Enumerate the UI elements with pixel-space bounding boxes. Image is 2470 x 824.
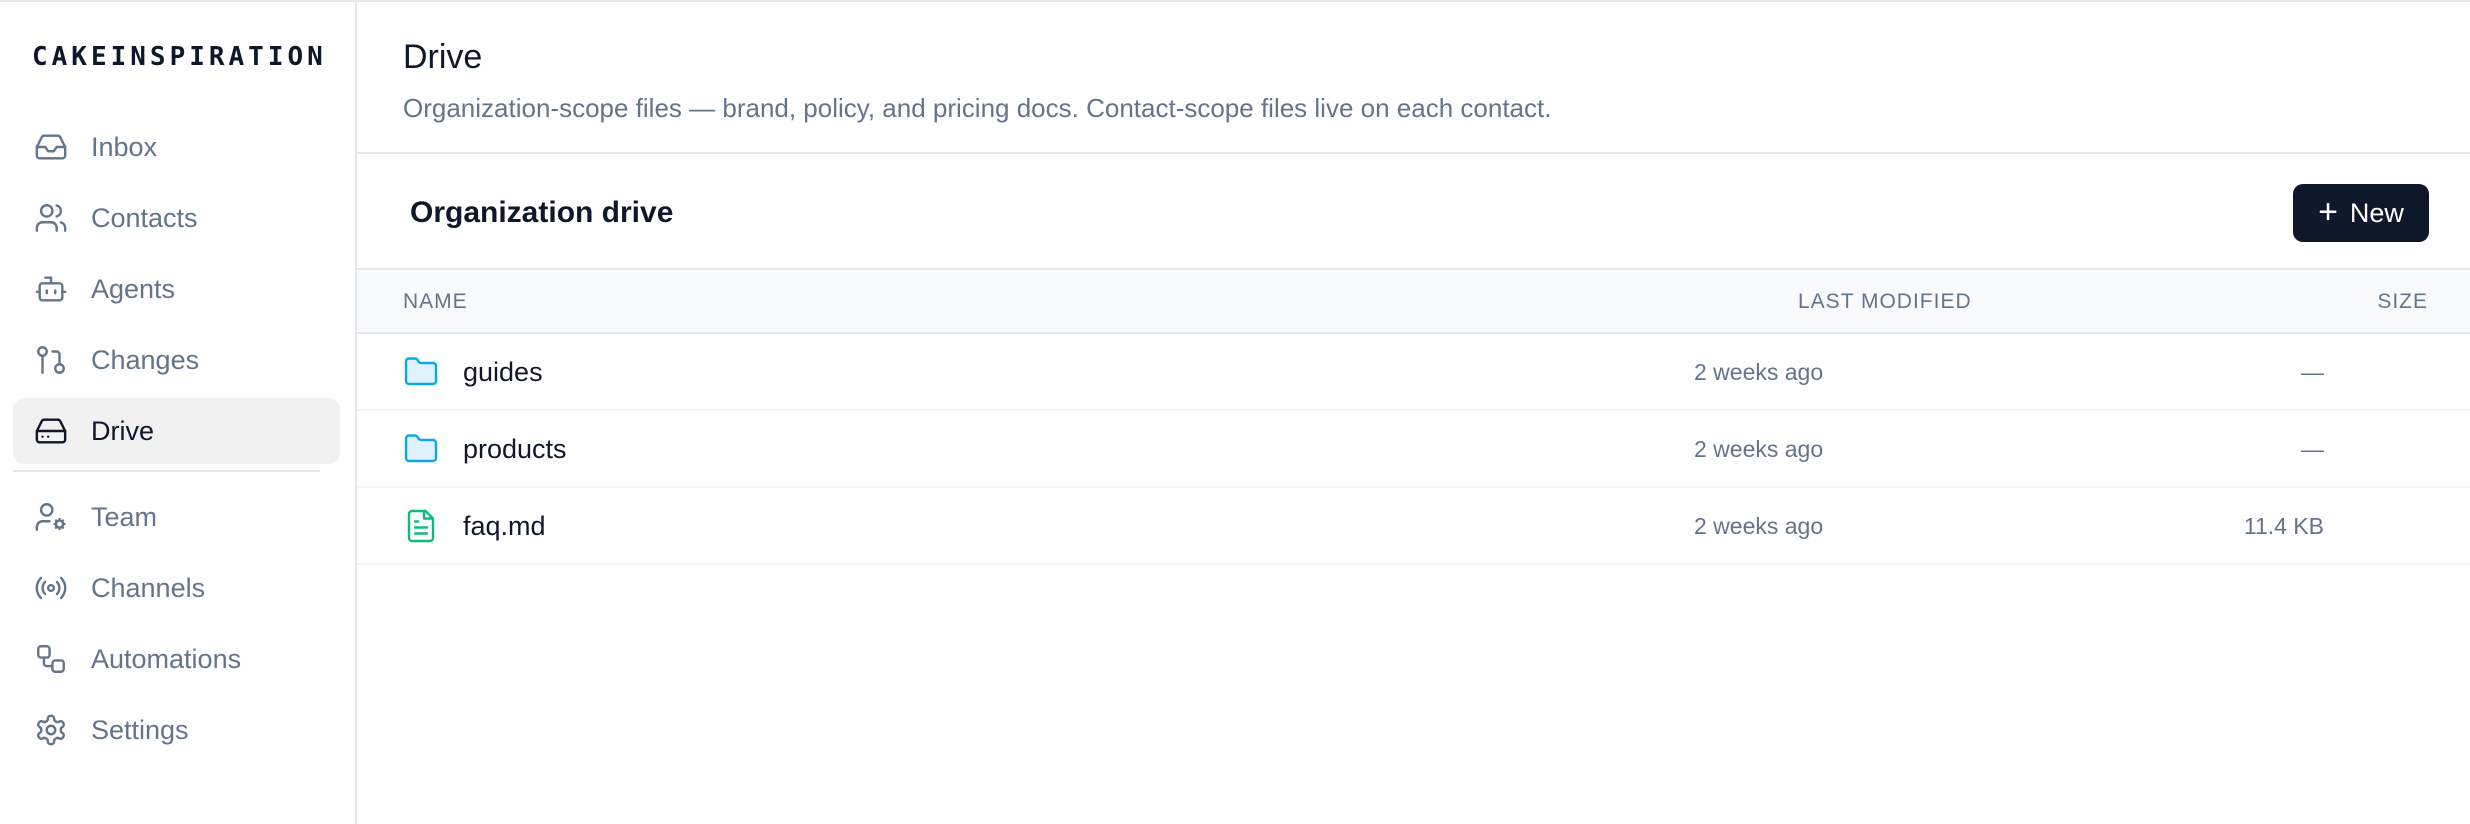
- file-size: —: [2301, 436, 2324, 462]
- sidebar-item-inbox[interactable]: Inbox: [13, 114, 340, 180]
- gear-icon: [33, 712, 69, 748]
- file-name: products: [463, 434, 567, 464]
- users-icon: [33, 200, 69, 236]
- column-header-modified[interactable]: LAST MODIFIED: [1798, 290, 1972, 314]
- sidebar-item-channels[interactable]: Channels: [13, 555, 340, 621]
- file-modified: 2 weeks ago: [1694, 513, 1824, 539]
- file-text-icon: [403, 508, 439, 544]
- plus-icon: +: [2318, 192, 2338, 231]
- inbox-icon: [33, 129, 69, 165]
- table-row[interactable]: guides 2 weeks ago —: [357, 334, 2470, 411]
- sidebar-divider: [13, 470, 320, 472]
- folder-icon: [403, 431, 439, 467]
- sidebar-item-drive[interactable]: Drive: [13, 398, 340, 464]
- app: CAKEINSPIRATION Inbox Contacts Agents Ch…: [0, 0, 2470, 824]
- page-subtitle: Organization-scope files — brand, policy…: [403, 93, 1552, 123]
- sidebar-item-agents[interactable]: Agents: [13, 256, 340, 322]
- sidebar-item-team[interactable]: Team: [13, 484, 340, 550]
- section-title: Organization drive: [410, 196, 674, 229]
- sidebar-item-label: Team: [91, 501, 158, 532]
- table-row[interactable]: faq.md 2 weeks ago 11.4 KB: [357, 488, 2470, 565]
- sidebar-item-label: Changes: [91, 344, 200, 375]
- sidebar-item-label: Drive: [91, 415, 155, 446]
- sidebar: CAKEINSPIRATION Inbox Contacts Agents Ch…: [0, 2, 357, 824]
- bot-icon: [33, 271, 69, 307]
- file-name: faq.md: [463, 511, 546, 541]
- sidebar-item-label: Inbox: [91, 131, 158, 162]
- table-row[interactable]: products 2 weeks ago —: [357, 411, 2470, 488]
- sidebar-item-label: Agents: [91, 273, 176, 304]
- user-cog-icon: [33, 499, 69, 535]
- hard-drive-icon: [33, 413, 69, 449]
- sidebar-nav: Inbox Contacts Agents Changes Drive Team…: [13, 114, 340, 768]
- new-button-label: New: [2349, 197, 2404, 228]
- sidebar-item-changes[interactable]: Changes: [13, 327, 340, 393]
- sidebar-item-label: Channels: [91, 572, 206, 603]
- workflow-icon: [33, 641, 69, 677]
- column-header-name[interactable]: NAME: [403, 290, 468, 314]
- new-button[interactable]: + New: [2293, 184, 2429, 242]
- sidebar-item-label: Automations: [91, 643, 242, 674]
- file-size: —: [2301, 359, 2324, 385]
- git-pull-request-icon: [33, 342, 69, 378]
- column-header-size[interactable]: SIZE: [2377, 290, 2428, 314]
- file-modified: 2 weeks ago: [1694, 359, 1824, 385]
- sidebar-item-label: Settings: [91, 714, 189, 745]
- radio-icon: [33, 570, 69, 606]
- page-title: Drive: [403, 38, 483, 76]
- file-modified: 2 weeks ago: [1694, 436, 1824, 462]
- main-content: Drive Organization-scope files — brand, …: [357, 2, 2470, 824]
- sidebar-item-contacts[interactable]: Contacts: [13, 185, 340, 251]
- sidebar-item-automations[interactable]: Automations: [13, 626, 340, 692]
- section-header: Organization drive + New: [357, 154, 2470, 270]
- sidebar-item-label: Contacts: [91, 202, 198, 233]
- file-size: 11.4 KB: [2243, 513, 2324, 539]
- sidebar-item-settings[interactable]: Settings: [13, 697, 340, 763]
- page-header: Drive Organization-scope files — brand, …: [357, 2, 2470, 154]
- file-name: guides: [463, 357, 543, 387]
- folder-icon: [403, 354, 439, 390]
- table-header: NAME LAST MODIFIED SIZE: [357, 270, 2470, 334]
- brand-logo: CAKEINSPIRATION: [32, 42, 327, 72]
